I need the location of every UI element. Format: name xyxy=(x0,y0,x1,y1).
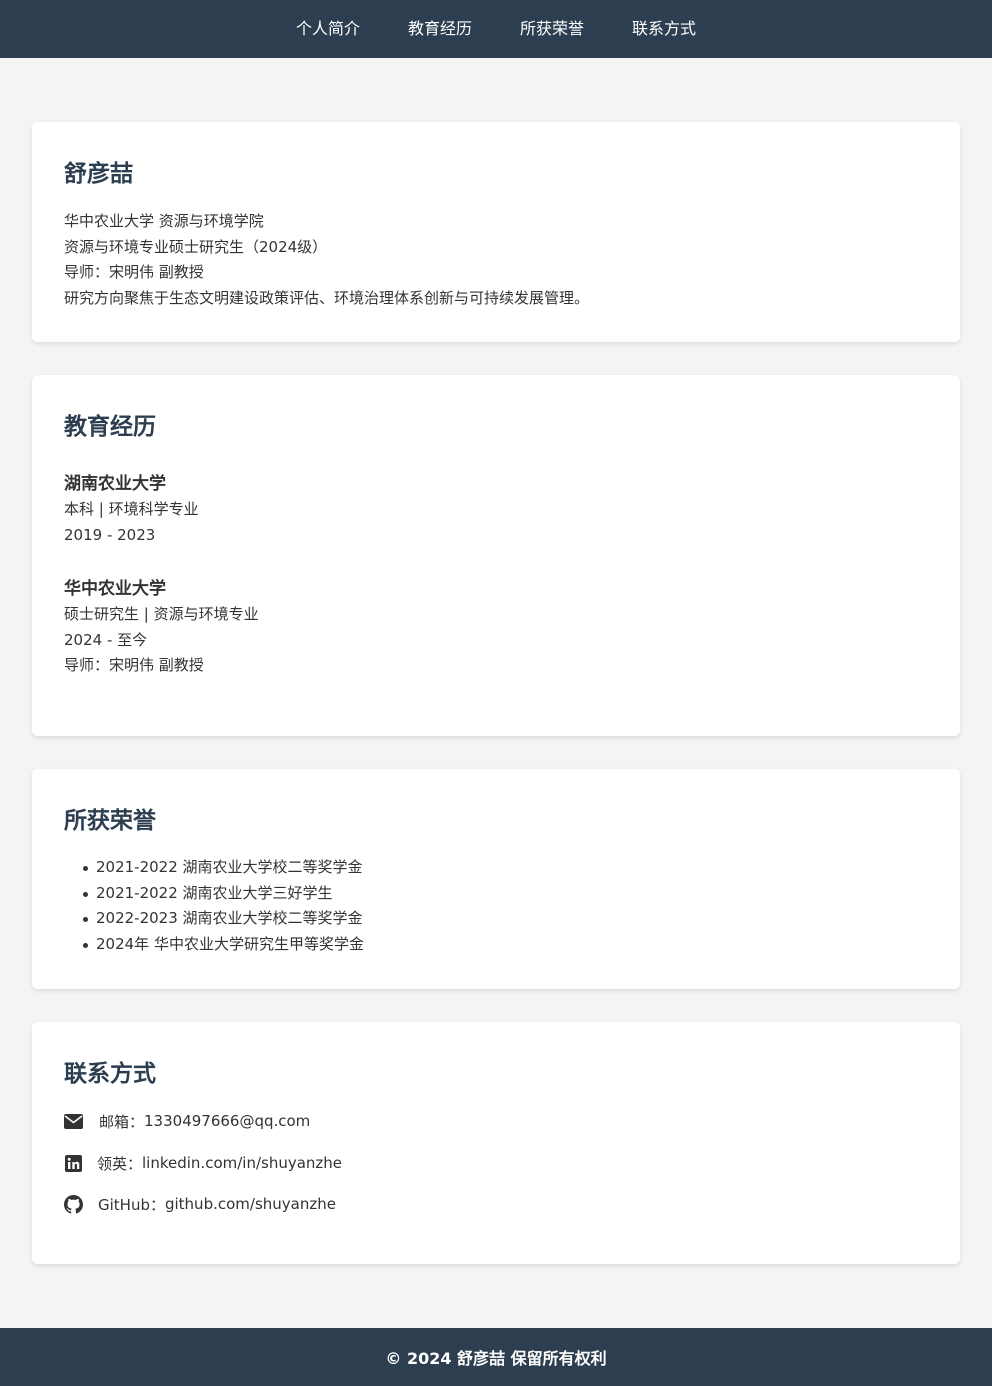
profile-line-school: 华中农业大学 资源与环境学院 xyxy=(64,212,264,230)
honors-card: 所获荣誉 2021-2022 湖南农业大学校二等奖学金 2021-2022 湖南… xyxy=(32,769,960,989)
honor-item: 2021-2022 湖南农业大学校二等奖学金 xyxy=(64,855,364,881)
education-entry: 湖南农业大学 本科 | 环境科学专业 2019 - 2023 xyxy=(64,471,199,548)
contact-card: 联系方式 邮箱： 1330497666@qq.com 领英： linkedin.… xyxy=(32,1022,960,1264)
education-entry: 华中农业大学 硕士研究生 | 资源与环境专业 2024 - 至今 导师：宋明伟 … xyxy=(64,576,259,679)
honor-item: 2024年 华中农业大学研究生甲等奖学金 xyxy=(64,932,364,958)
education-period: 2019 - 2023 xyxy=(64,525,156,544)
nav-link-honors[interactable]: 所获荣誉 xyxy=(520,0,584,58)
contact-github[interactable]: GitHub： github.com/shuyanzhe xyxy=(64,1192,336,1216)
profile-line-advisor: 导师：宋明伟 副教授 xyxy=(64,263,204,282)
contact-linkedin-value[interactable]: linkedin.com/in/shuyanzhe xyxy=(142,1154,342,1172)
education-degree: 本科 | 环境科学专业 xyxy=(64,500,199,518)
education-period: 2024 - 至今 xyxy=(64,630,148,649)
contact-linkedin[interactable]: 领英： linkedin.com/in/shuyanzhe xyxy=(64,1151,342,1175)
contact-github-label: GitHub： xyxy=(98,1195,165,1214)
contact-email-label: 邮箱： xyxy=(99,1112,145,1131)
footer-copyright: © 2024 舒彦喆 保留所有权利 xyxy=(385,1349,607,1368)
profile-card: 舒彦喆 华中农业大学 资源与环境学院 资源与环境专业硕士研究生（2024级） 导… xyxy=(32,122,960,342)
contact-linkedin-label: 领英： xyxy=(97,1154,143,1173)
contact-github-value[interactable]: github.com/shuyanzhe xyxy=(165,1195,336,1213)
nav-link-contact[interactable]: 联系方式 xyxy=(632,0,696,58)
linkedin-icon xyxy=(64,1154,83,1173)
contact-email[interactable]: 邮箱： 1330497666@qq.com xyxy=(64,1109,310,1133)
top-nav: 个人简介 教育经历 所获荣誉 联系方式 xyxy=(0,0,992,58)
envelope-icon xyxy=(64,1112,83,1131)
education-school: 湖南农业大学 xyxy=(64,474,166,494)
profile-line-program: 资源与环境专业硕士研究生（2024级） xyxy=(64,237,328,256)
github-icon xyxy=(64,1194,83,1214)
education-advisor: 导师：宋明伟 副教授 xyxy=(64,656,204,675)
contact-email-value[interactable]: 1330497666@qq.com xyxy=(144,1112,310,1130)
nav-link-education[interactable]: 教育经历 xyxy=(408,0,472,58)
education-degree: 硕士研究生 | 资源与环境专业 xyxy=(64,605,259,623)
honor-item: 2021-2022 湖南农业大学三好学生 xyxy=(64,881,364,907)
nav-link-profile[interactable]: 个人简介 xyxy=(296,0,360,58)
profile-name: 舒彦喆 xyxy=(64,161,133,187)
honors-title: 所获荣誉 xyxy=(64,808,156,834)
contact-title: 联系方式 xyxy=(64,1061,156,1087)
education-school: 华中农业大学 xyxy=(64,579,166,599)
honor-item: 2022-2023 湖南农业大学校二等奖学金 xyxy=(64,906,364,932)
education-card: 教育经历 湖南农业大学 本科 | 环境科学专业 2019 - 2023 华中农业… xyxy=(32,375,960,736)
honors-list: 2021-2022 湖南农业大学校二等奖学金 2021-2022 湖南农业大学三… xyxy=(64,855,364,958)
profile-line-research: 研究方向聚焦于生态文明建设政策评估、环境治理体系创新与可持续发展管理。 xyxy=(64,289,590,308)
education-title: 教育经历 xyxy=(64,414,156,440)
footer: © 2024 舒彦喆 保留所有权利 xyxy=(0,1328,992,1386)
